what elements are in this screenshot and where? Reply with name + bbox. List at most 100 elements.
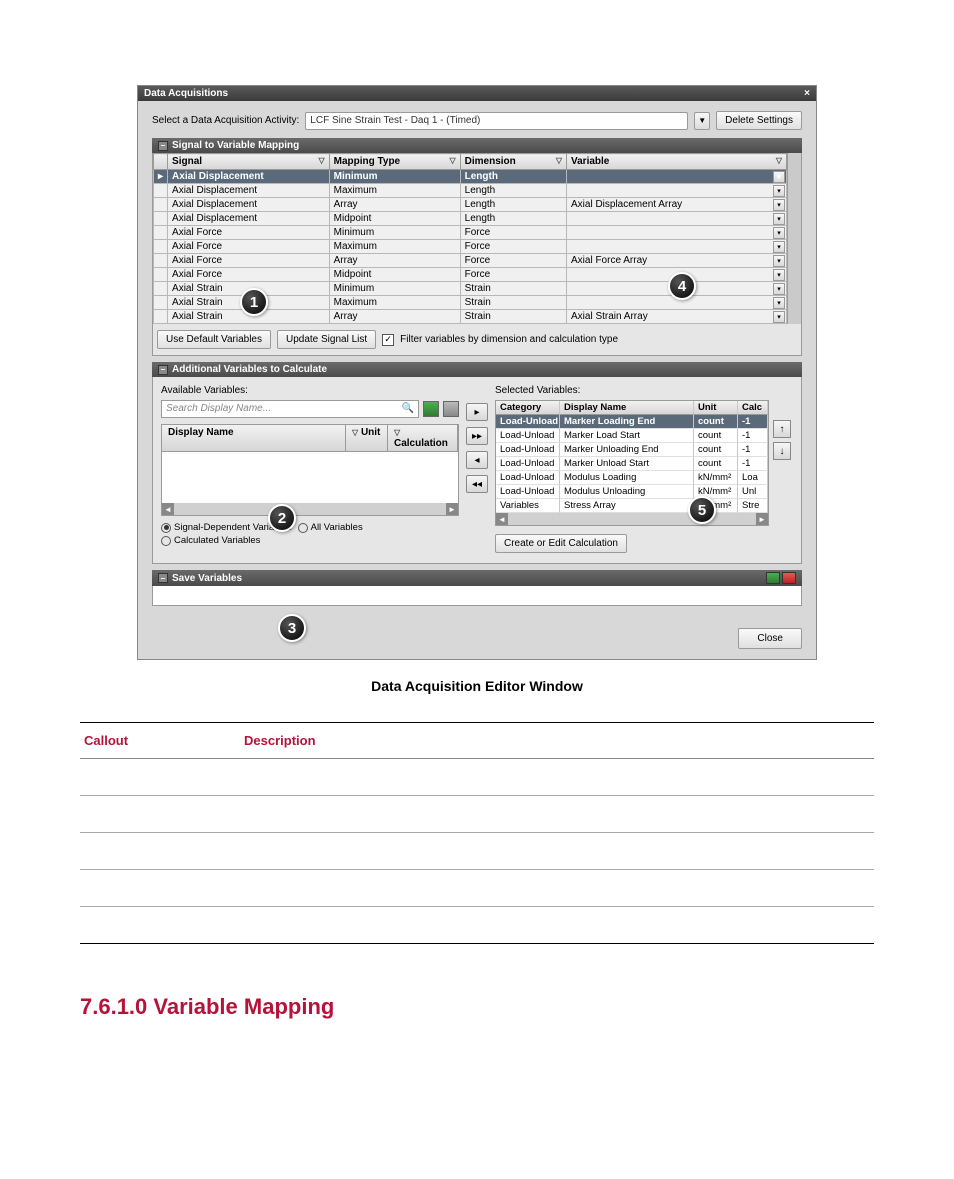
col-type: Mapping Type▽ (329, 154, 460, 170)
section-heading: 7.6.1.0 Variable Mapping (80, 994, 874, 1020)
table-row[interactable]: Axial ForceArrayForce Axial Force Array▾ (154, 254, 787, 268)
list-item[interactable]: Load-UnloadMarker Loading Endcount-1 (496, 415, 768, 429)
col-category: Category (496, 401, 560, 415)
close-icon[interactable]: × (804, 88, 810, 99)
move-right-button[interactable]: ▸ (466, 403, 488, 421)
radio-signal-dependent-label: Signal-Dependent Variables (174, 522, 292, 533)
col-description: Description (240, 723, 874, 759)
chevron-down-icon[interactable]: ▾ (773, 241, 785, 253)
move-buttons: ▸ ▸▸ ◂ ◂◂ (465, 385, 489, 553)
table-row[interactable]: Axial ForceMaximumForce ▾ (154, 240, 787, 254)
move-up-button[interactable]: ↑ (773, 420, 791, 438)
list-item[interactable]: Load-UnloadMarker Unload Startcount-1 (496, 457, 768, 471)
selected-label: Selected Variables: (495, 385, 793, 396)
additional-variables-panel: – Additional Variables to Calculate Avai… (152, 362, 802, 564)
save-variables-panel: – Save Variables (152, 570, 802, 606)
col-calc: Calc (738, 401, 768, 415)
table-row[interactable]: Axial DisplacementMidpointLength ▾ (154, 212, 787, 226)
available-grid[interactable]: Display Name ▽ Unit ▽ Calculation ◄► (161, 424, 459, 516)
search-icon[interactable]: 🔍 (402, 403, 414, 414)
save-variables-title: Save Variables (172, 573, 242, 584)
table-row[interactable]: Axial ForceMinimumForce ▾ (154, 226, 787, 240)
activity-select[interactable]: LCF Sine Strain Test - Daq 1 - (Timed) (305, 112, 688, 130)
radio-all-variables[interactable] (298, 523, 308, 533)
filter-icon[interactable]: ▽ (449, 156, 455, 165)
titlebar: Data Acquisitions × (138, 86, 816, 101)
filter-icon[interactable]: ▽ (556, 156, 562, 165)
search-input[interactable]: Search Display Name... 🔍 (161, 400, 419, 418)
signal-mapping-table[interactable]: Signal▽ Mapping Type▽ Dimension▽ Variabl… (153, 153, 787, 324)
activity-toolbar: Select a Data Acquisition Activity: LCF … (138, 101, 816, 138)
table-row[interactable]: ▸ Axial DisplacementMinimumLength ▾ (154, 170, 787, 184)
vertical-scrollbar[interactable] (787, 153, 801, 324)
table-row[interactable]: Axial StrainMinimumStrain ▾ (154, 282, 787, 296)
use-default-variables-button[interactable]: Use Default Variables (157, 330, 271, 349)
add-filter-button[interactable] (423, 401, 439, 417)
move-all-left-button[interactable]: ◂◂ (466, 475, 488, 493)
col-calculation: Calculation (394, 438, 448, 449)
list-item[interactable]: Load-UnloadModulus UnloadingkN/mm²Unl (496, 485, 768, 499)
available-variables-pane: Available Variables: Search Display Name… (161, 385, 459, 553)
table-row[interactable]: Axial DisplacementMaximumLength ▾ (154, 184, 787, 198)
filter-checkbox-label: Filter variables by dimension and calcul… (400, 334, 618, 345)
col-display-name: Display Name (162, 425, 346, 451)
chevron-down-icon[interactable]: ▾ (773, 283, 785, 295)
table-row[interactable]: Axial StrainMaximumStrain ▾ (154, 296, 787, 310)
add-save-variable-button[interactable] (766, 572, 780, 584)
create-edit-calculation-button[interactable]: Create or Edit Calculation (495, 534, 627, 553)
collapse-icon[interactable]: – (158, 573, 168, 583)
search-placeholder: Search Display Name... (166, 403, 271, 414)
col-unit: Unit (694, 401, 738, 415)
chevron-down-icon[interactable]: ▾ (773, 213, 785, 225)
collapse-icon[interactable]: – (158, 141, 168, 151)
selected-grid[interactable]: Category Display Name Unit Calc Load-Unl… (495, 400, 769, 526)
chevron-down-icon[interactable]: ▾ (773, 255, 785, 267)
move-down-button[interactable]: ↓ (773, 442, 791, 460)
clear-filter-button[interactable] (443, 401, 459, 417)
radio-signal-dependent[interactable] (161, 523, 171, 533)
radio-all-label: All Variables (311, 522, 363, 533)
collapse-icon[interactable]: – (158, 365, 168, 375)
chevron-down-icon[interactable]: ▾ (773, 185, 785, 197)
chevron-down-icon[interactable]: ▾ (773, 227, 785, 239)
col-display-name: Display Name (560, 401, 694, 415)
update-signal-list-button[interactable]: Update Signal List (277, 330, 376, 349)
activity-dropdown-icon[interactable]: ▼ (694, 112, 710, 130)
delete-settings-button[interactable]: Delete Settings (716, 111, 802, 130)
additional-variables-header[interactable]: – Additional Variables to Calculate (152, 362, 802, 377)
move-left-button[interactable]: ◂ (466, 451, 488, 469)
move-all-right-button[interactable]: ▸▸ (466, 427, 488, 445)
table-row[interactable]: Axial ForceMidpointForce ▾ (154, 268, 787, 282)
available-label: Available Variables: (161, 385, 459, 396)
filter-icon[interactable]: ▽ (318, 156, 324, 165)
list-item[interactable]: Load-UnloadMarker Unloading Endcount-1 (496, 443, 768, 457)
table-row[interactable]: Axial DisplacementArrayLength Axial Disp… (154, 198, 787, 212)
list-item[interactable]: Load-UnloadMarker Load Startcount-1 (496, 429, 768, 443)
window-title: Data Acquisitions (144, 88, 228, 99)
col-unit: Unit (361, 427, 380, 438)
list-item[interactable]: Load-UnloadModulus LoadingkN/mm²Loa (496, 471, 768, 485)
chevron-down-icon[interactable]: ▾ (773, 199, 785, 211)
filter-checkbox[interactable]: ✓ (382, 334, 394, 346)
signal-mapping-title: Signal to Variable Mapping (172, 140, 299, 151)
horizontal-scrollbar[interactable]: ◄► (496, 513, 768, 525)
activity-value: LCF Sine Strain Test - Daq 1 - (Timed) (310, 115, 480, 126)
radio-calculated-label: Calculated Variables (174, 535, 260, 546)
signal-mapping-header[interactable]: – Signal to Variable Mapping (152, 138, 802, 153)
data-acquisition-window: Data Acquisitions × Select a Data Acquis… (137, 85, 817, 660)
horizontal-scrollbar[interactable]: ◄► (162, 503, 458, 515)
save-variables-body (152, 586, 802, 606)
radio-calculated-variables[interactable] (161, 536, 171, 546)
table-row[interactable]: Axial StrainArrayStrain Axial Strain Arr… (154, 310, 787, 324)
chevron-down-icon[interactable]: ▾ (773, 311, 785, 323)
chevron-down-icon[interactable]: ▾ (773, 297, 785, 309)
list-item[interactable]: VariablesStress ArraykN/mm²Stre (496, 499, 768, 513)
remove-save-variable-button[interactable] (782, 572, 796, 584)
close-button[interactable]: Close (738, 628, 802, 649)
filter-icon[interactable]: ▽ (776, 156, 782, 165)
chevron-down-icon[interactable]: ▾ (773, 269, 785, 281)
save-variables-header[interactable]: – Save Variables (152, 570, 802, 586)
callout-description-table: Callout Description (80, 722, 874, 944)
col-var: Variable▽ (567, 154, 787, 170)
chevron-down-icon[interactable]: ▾ (773, 171, 785, 183)
